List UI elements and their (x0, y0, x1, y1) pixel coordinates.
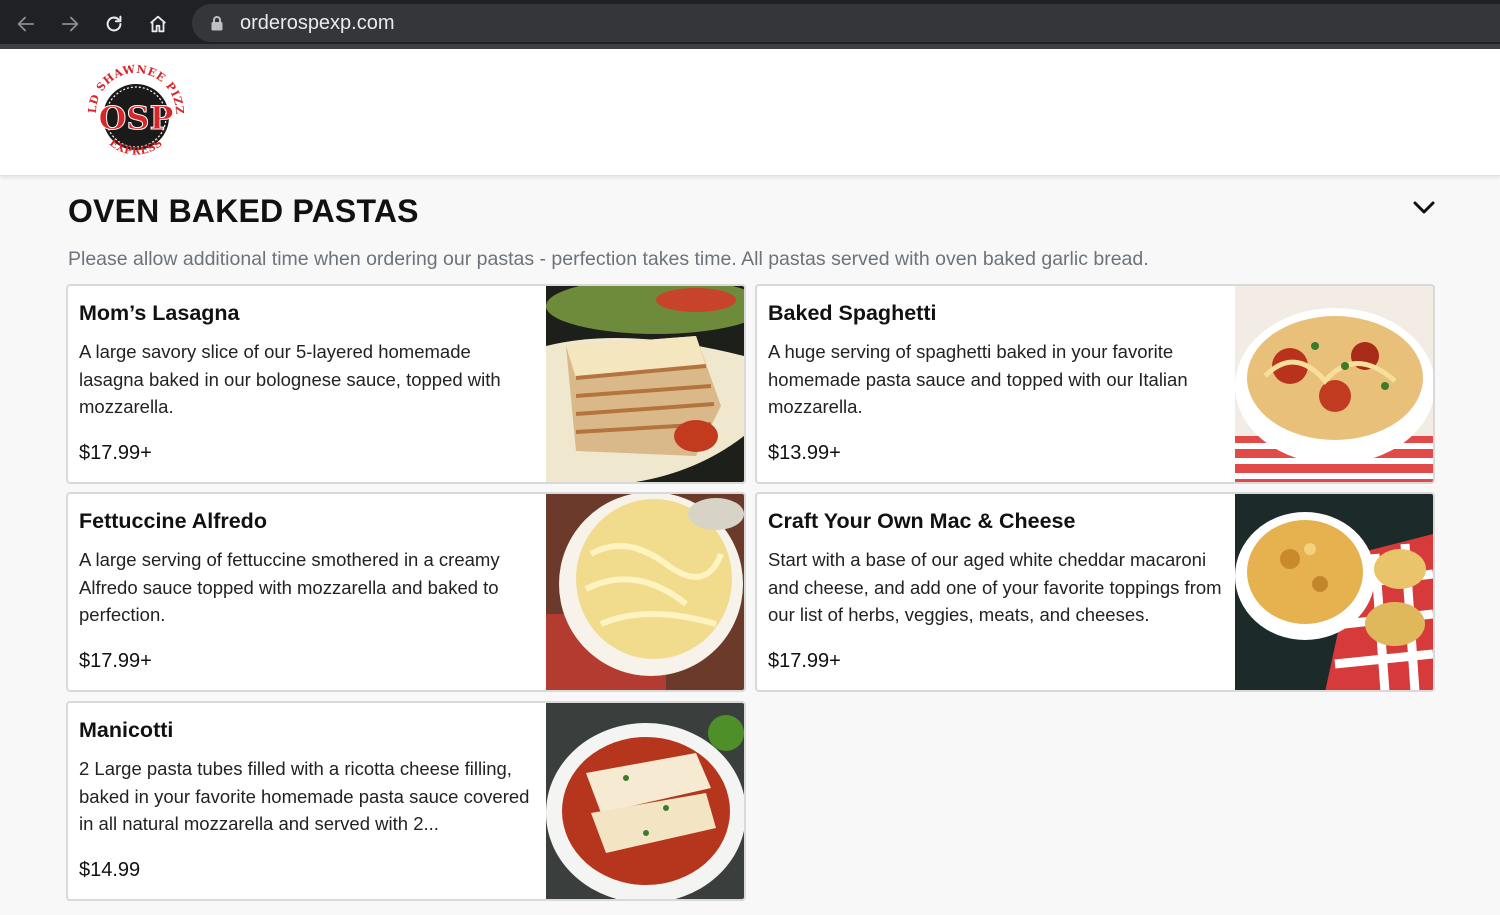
menu-item-name: Manicotti (79, 718, 174, 742)
menu-item-name: Baked Spaghetti (768, 301, 937, 325)
mac-and-cheese-photo (1235, 494, 1433, 690)
forward-button[interactable] (48, 2, 92, 46)
menu-item-description: A large savory slice of our 5-layered ho… (79, 341, 501, 417)
menu-item-card[interactable]: Fettuccine Alfredo A large serving of fe… (66, 492, 746, 692)
forward-arrow-icon (61, 16, 79, 32)
section-title: OVEN BAKED PASTAS (68, 193, 419, 229)
logo-center-text: OSP (98, 99, 173, 137)
section-collapse-button[interactable] (1409, 194, 1439, 222)
menu-item-card[interactable]: Manicotti 2 Large pasta tubes filled wit… (66, 701, 746, 901)
section-note: Please allow additional time when orderi… (68, 248, 1149, 270)
menu-item-price: $17.99+ (79, 650, 152, 672)
back-arrow-icon (17, 16, 35, 32)
lasagna-photo (546, 286, 744, 482)
chevron-down-icon (1413, 201, 1435, 214)
home-button[interactable] (136, 2, 180, 46)
menu-item-description: 2 Large pasta tubes filled with a ricott… (79, 758, 530, 834)
url-text: orderospexp.com (240, 11, 395, 34)
menu-item-card[interactable]: Mom’s Lasagna A large savory slice of ou… (66, 284, 746, 484)
fettuccine-alfredo-photo (546, 494, 744, 690)
menu-item-price: $17.99+ (79, 442, 152, 464)
manicotti-photo (546, 703, 744, 899)
back-button[interactable] (4, 2, 48, 46)
osp-logo[interactable]: OLD SHAWNEE PIZZA OSP EXPRESS (76, 45, 190, 167)
menu-item-description: Start with a base of our aged white ched… (768, 549, 1222, 625)
menu-item-description: A huge serving of spaghetti baked in you… (768, 341, 1188, 417)
menu-item-name: Mom’s Lasagna (79, 301, 240, 325)
address-bar[interactable]: orderospexp.com (192, 4, 1500, 42)
menu-item-description: A large serving of fettuccine smothered … (79, 549, 500, 625)
menu-item-price: $17.99+ (768, 650, 841, 672)
menu-item-price: $13.99+ (768, 442, 841, 464)
home-icon (150, 15, 166, 33)
menu-item-name: Craft Your Own Mac & Cheese (768, 509, 1076, 533)
logo-graphic: OLD SHAWNEE PIZZA OSP EXPRESS (76, 45, 185, 158)
browser-toolbar: orderospexp.com (0, 0, 1500, 48)
reload-button[interactable] (92, 2, 136, 46)
menu-item-card[interactable]: Craft Your Own Mac & Cheese Start with a… (755, 492, 1435, 692)
baked-spaghetti-photo (1235, 286, 1433, 482)
reload-icon (106, 15, 122, 32)
site-header: OLD SHAWNEE PIZZA OSP EXPRESS (0, 45, 1500, 176)
menu-item-name: Fettuccine Alfredo (79, 509, 267, 533)
menu-item-card[interactable]: Baked Spaghetti A huge serving of spaghe… (755, 284, 1435, 484)
lock-icon (211, 16, 223, 31)
menu-item-price: $14.99 (79, 859, 141, 881)
